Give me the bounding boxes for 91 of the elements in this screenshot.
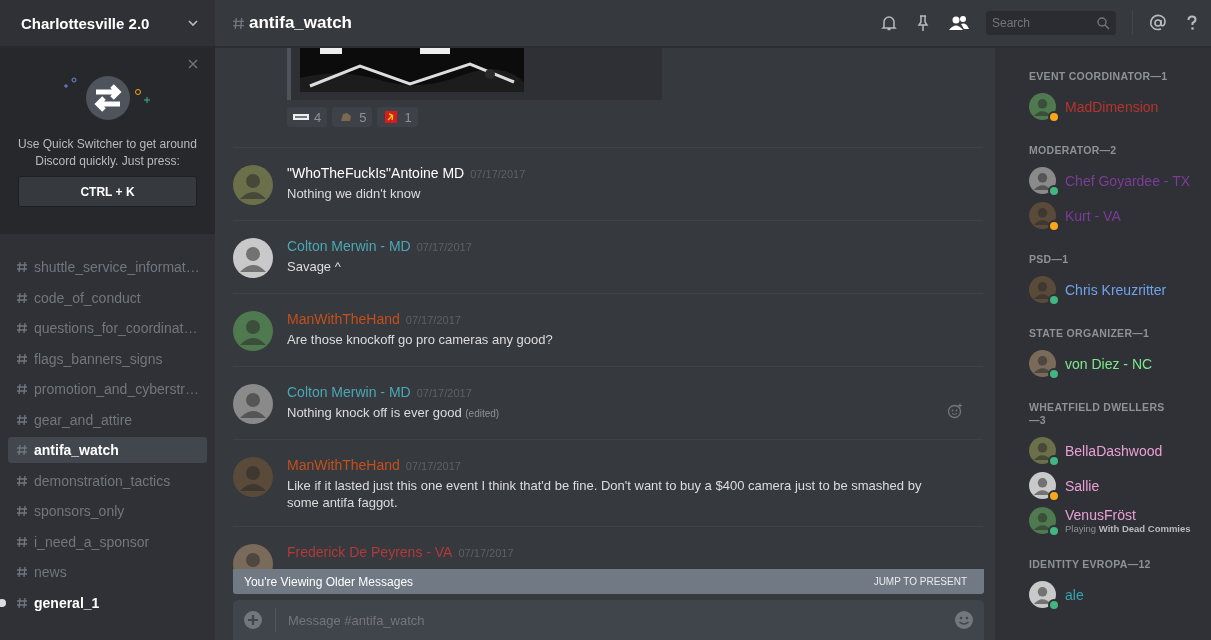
member-name: ale: [1065, 586, 1084, 603]
flag-icon: [383, 111, 400, 123]
channel-item[interactable]: flags_banners_signs: [8, 345, 207, 372]
member-item[interactable]: von Diez - NC: [1029, 346, 1201, 381]
author-name[interactable]: ManWithTheHand: [287, 457, 400, 473]
hash-icon: [16, 474, 28, 487]
hash-icon: [16, 535, 28, 548]
channel-item[interactable]: promotion_and_cyberstr…: [8, 376, 207, 402]
role-header: IDENTITY EVROPA—12: [1029, 558, 1152, 571]
member-item[interactable]: MadDimension: [1029, 89, 1201, 124]
activity-status: Playing With Dead Commies: [1065, 523, 1191, 534]
channel-item[interactable]: sponsors_only: [8, 498, 207, 524]
members-icon[interactable]: [948, 14, 970, 32]
hash-icon: [16, 322, 28, 334]
channel-item[interactable]: code_of_conduct: [8, 284, 207, 311]
member-item[interactable]: Kurt - VA: [1029, 198, 1201, 233]
shortcut-button[interactable]: CTRL + K: [18, 176, 197, 207]
hash-icon: [16, 261, 28, 273]
author-name[interactable]: "WhoTheFuckIs"Antoine MD: [287, 165, 465, 181]
author-name[interactable]: Colton Merwin - MD: [287, 384, 411, 400]
chevron-down-icon: [187, 17, 199, 29]
message-text: Nothing knock off is ever good (edited): [287, 404, 501, 422]
role-header: STATE ORGANIZER—1: [1029, 327, 1151, 340]
avatar[interactable]: [1029, 202, 1056, 229]
author-name[interactable]: ManWithTheHand: [287, 311, 400, 327]
role-header: MODERATOR—2: [1029, 144, 1118, 157]
avatar[interactable]: [1029, 472, 1056, 499]
unread-dot: [0, 598, 6, 607]
hash-icon: [16, 291, 28, 304]
avatar[interactable]: [1029, 437, 1056, 464]
author-name[interactable]: Colton Merwin - MD: [287, 238, 411, 254]
hash-icon: [16, 383, 28, 395]
member-name: MadDimension: [1065, 98, 1159, 115]
message-text: Are those knockoff go pro cameras any good?: [287, 331, 554, 348]
hash-icon: [16, 505, 28, 517]
search-icon: [1097, 16, 1110, 30]
older-messages-label: You're Viewing Older Messages: [244, 574, 414, 589]
avatar[interactable]: [1029, 276, 1056, 303]
member-item[interactable]: Sallie: [1029, 468, 1201, 503]
avatar[interactable]: [1029, 350, 1056, 377]
reaction-button[interactable]: 1: [377, 107, 418, 127]
member-item[interactable]: Chef Goyardee - TX: [1029, 163, 1201, 198]
avatar[interactable]: [1029, 581, 1056, 608]
channel-item[interactable]: questions_for_coordinat…: [8, 315, 207, 341]
member-name: Kurt - VA: [1065, 207, 1121, 224]
jump-to-present-button[interactable]: JUMP TO PRESENT: [867, 575, 973, 588]
reaction-button[interactable]: 4: [287, 107, 328, 127]
hash-icon: [232, 16, 245, 30]
close-icon[interactable]: [188, 59, 198, 69]
member-name: von Diez - NC: [1065, 355, 1153, 372]
hash-icon: [16, 566, 28, 578]
message-text: Nothing we didn't know: [287, 185, 422, 202]
avatar[interactable]: [1029, 93, 1056, 120]
role-header: WHEATFIELD DWELLERS—3: [1029, 401, 1166, 427]
channel-item[interactable]: general_1: [8, 589, 207, 616]
avatar[interactable]: [233, 238, 273, 278]
member-name: Sallie: [1065, 477, 1100, 494]
channel-item[interactable]: news: [8, 559, 207, 585]
member-name: VenusFröst: [1065, 507, 1137, 523]
role-header: PSD—1: [1029, 253, 1070, 266]
author-name[interactable]: Frederick De Peyrens - VA: [287, 544, 453, 560]
member-item[interactable]: VenusFröst Playing With Dead Commies: [1029, 503, 1201, 538]
channel-item[interactable]: gear_and_attire: [8, 406, 207, 433]
avatar[interactable]: [1029, 167, 1056, 194]
message-text: Savage ^: [287, 258, 342, 275]
channel-item[interactable]: shuttle_service_informat…: [8, 254, 207, 280]
channel-title: antifa_watch: [249, 13, 352, 33]
member-name: Chris Kreuzritter: [1065, 281, 1167, 298]
channel-item[interactable]: antifa_watch: [8, 437, 207, 463]
member-item[interactable]: Chris Kreuzritter: [1029, 272, 1201, 307]
search-field[interactable]: Search: [986, 11, 1116, 35]
channel-item[interactable]: demonstration_tactics: [8, 467, 207, 494]
member-name: Chef Goyardee - TX: [1065, 172, 1191, 189]
member-name: BellaDashwood: [1065, 442, 1163, 459]
mention-icon[interactable]: [1149, 14, 1167, 32]
channel-item[interactable]: i_need_a_sponsor: [8, 528, 207, 555]
quick-switcher-tip: Use Quick Switcher to get around Discord quickly. Just press:: [17, 136, 198, 170]
hash-icon: [16, 596, 28, 609]
hash-icon: [16, 352, 28, 365]
hash-icon: [16, 413, 28, 426]
bell-icon[interactable]: [880, 14, 898, 32]
member-item[interactable]: BellaDashwood: [1029, 433, 1201, 468]
hash-icon: [16, 444, 28, 456]
message-text: Like if it lasted just this one event I think that'd be fine. Don't want to buy a $400 camera just to be smashed by some antifa faggot.: [287, 477, 923, 511]
banner-icon: [293, 111, 309, 123]
avatar[interactable]: [1029, 507, 1056, 534]
reaction-button[interactable]: 5: [332, 107, 373, 127]
server-name: Charlottesville 2.0: [21, 14, 150, 32]
add-reaction-icon[interactable]: [947, 403, 963, 419]
role-header: EVENT COORDINATOR—1: [1029, 70, 1169, 83]
member-item[interactable]: ale: [1029, 577, 1201, 612]
